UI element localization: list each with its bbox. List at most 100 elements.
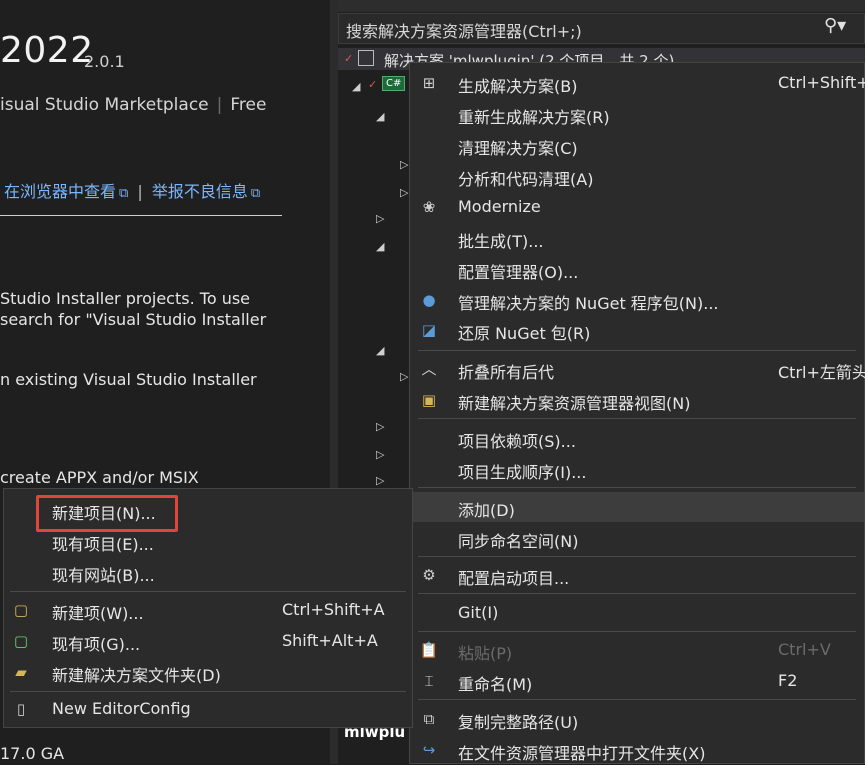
link-separator: |: [137, 182, 143, 201]
menu-item-label: 现有网站(B)...: [52, 566, 155, 585]
menu-item-batch-build[interactable]: 批生成(T)...: [410, 223, 864, 253]
solution-context-menu: ⊞ 生成解决方案(B) Ctrl+Shift+ 重新生成解决方案(R) 清理解决…: [409, 62, 865, 764]
menu-item-manage-nuget[interactable]: ● 管理解决方案的 NuGet 程序包(N)...: [410, 285, 864, 315]
modernize-icon: ❀: [422, 198, 436, 216]
menu-item-label: 配置管理器(O)...: [458, 263, 579, 282]
build-solution-icon: ⊞: [422, 74, 436, 92]
description-line: n existing Visual Studio Installer: [0, 370, 257, 389]
external-link-icon: ⧉: [250, 186, 261, 201]
gear-icon: ⚙: [422, 566, 436, 584]
menu-item-label: 新建解决方案资源管理器视图(N): [458, 394, 691, 413]
divider: [0, 215, 282, 216]
menu-item-open-in-file-explorer[interactable]: ↪ 在文件资源管理器中打开文件夹(X): [410, 735, 864, 765]
menu-item-project-build-order[interactable]: 项目生成顺序(I)...: [410, 454, 864, 484]
extension-meta: isual Studio Marketplace | Free: [0, 95, 266, 115]
menu-item-sync-namespaces[interactable]: 同步命名空间(N): [410, 523, 864, 553]
new-view-icon: ▣: [421, 391, 437, 409]
menu-item-paste[interactable]: 📋 粘贴(P) Ctrl+V: [410, 635, 864, 665]
file-icon: ▯: [16, 700, 26, 718]
extension-version: 2.0.1: [84, 52, 125, 71]
expand-icon[interactable]: ◢: [352, 80, 360, 93]
menu-item-existing-website[interactable]: 现有网站(B)...: [4, 557, 412, 587]
menu-item-label: 项目依赖项(S)...: [458, 432, 576, 451]
menu-item-shortcut: Ctrl+Shift+A: [282, 600, 385, 619]
rename-icon: ⌶: [424, 672, 434, 690]
menu-item-build-solution[interactable]: ⊞ 生成解决方案(B) Ctrl+Shift+: [410, 68, 865, 98]
menu-separator: [418, 593, 856, 594]
menu-item-set-startup-projects[interactable]: ⚙ 配置启动项目...: [410, 560, 864, 590]
expand-icon[interactable]: ◢: [376, 344, 384, 357]
highlight-box: [36, 495, 178, 532]
menu-item-label: 现有项(G)...: [52, 635, 141, 654]
menu-separator: [418, 418, 856, 419]
check-icon: ✓: [368, 78, 378, 91]
menu-item-label: 生成解决方案(B): [458, 77, 578, 96]
menu-item-shortcut: Ctrl+V: [778, 640, 831, 659]
solution-icon: [358, 50, 374, 66]
collapse-arrow-icon[interactable]: ▷: [400, 158, 408, 171]
search-icon[interactable]: ⚲▾: [824, 15, 846, 36]
restore-nuget-icon: ◪: [421, 321, 437, 339]
copy-icon: ⧉: [423, 710, 435, 728]
menu-item-copy-full-path[interactable]: ⧉ 复制完整路径(U): [410, 704, 864, 734]
extension-title: 2022: [0, 30, 94, 71]
menu-item-configuration-manager[interactable]: 配置管理器(O)...: [410, 254, 864, 284]
menu-item-label: New EditorConfig: [52, 699, 191, 718]
solution-explorer-toolbar: [338, 0, 865, 12]
menu-separator: [10, 591, 406, 592]
menu-item-new-explorer-view[interactable]: ▣ 新建解决方案资源管理器视图(N): [410, 385, 864, 415]
menu-item-analyze-code-cleanup[interactable]: 分析和代码清理(A): [410, 161, 864, 191]
menu-item-restore-nuget[interactable]: ◪ 还原 NuGet 包(R): [410, 315, 864, 345]
menu-item-new-item[interactable]: ▢ 新建项(W)... Ctrl+Shift+A: [4, 595, 412, 625]
collapse-arrow-icon[interactable]: ▷: [376, 474, 384, 487]
menu-item-shortcut: Ctrl+Shift+: [778, 73, 865, 92]
collapse-arrow-icon[interactable]: ▷: [376, 420, 384, 433]
check-icon: ✓: [344, 52, 354, 65]
add-existing-item-icon: ▢: [13, 632, 29, 650]
menu-item-new-solution-folder[interactable]: ▰ 新建解决方案文件夹(D): [4, 657, 412, 687]
menu-item-label: 同步命名空间(N): [458, 532, 579, 551]
menu-item-label: 批生成(T)...: [458, 232, 544, 251]
menu-item-label: 配置启动项目...: [458, 569, 570, 588]
menu-separator: [418, 487, 856, 488]
open-folder-icon: ↪: [422, 741, 436, 759]
new-item-icon: ▢: [13, 601, 29, 619]
menu-separator: [418, 699, 856, 700]
expand-icon[interactable]: ◢: [376, 240, 384, 253]
collapse-arrow-icon[interactable]: ▷: [376, 448, 384, 461]
menu-item-label: 粘贴(P): [458, 644, 513, 663]
description-line: create APPX and/or MSIX: [0, 468, 199, 487]
report-abuse-link[interactable]: 举报不良信息: [152, 182, 248, 201]
menu-item-label: 还原 NuGet 包(R): [458, 324, 591, 343]
expand-icon[interactable]: ◢: [376, 110, 384, 123]
view-in-browser-link[interactable]: 在浏览器中查看: [4, 182, 116, 201]
collapse-arrow-icon[interactable]: ▷: [400, 186, 408, 199]
publisher-label: isual Studio Marketplace: [0, 95, 209, 115]
menu-item-clean-solution[interactable]: 清理解决方案(C): [410, 130, 864, 160]
menu-item-shortcut: Ctrl+左箭头: [778, 363, 865, 382]
menu-item-shortcut: F2: [778, 671, 798, 690]
version-footer: 17.0 GA: [0, 744, 65, 763]
extension-links: 在浏览器中查看 ⧉ | 举报不良信息 ⧉: [4, 178, 260, 202]
menu-item-add[interactable]: 添加(D): [410, 492, 864, 522]
menu-item-label: 新建解决方案文件夹(D): [52, 666, 221, 685]
menu-item-modernize[interactable]: ❀ Modernize: [410, 192, 864, 222]
menu-item-new-editorconfig[interactable]: ▯ New EditorConfig: [4, 694, 412, 724]
menu-item-collapse-all[interactable]: ︿ 折叠所有后代 Ctrl+左箭头: [410, 354, 865, 384]
menu-item-shortcut: Shift+Alt+A: [282, 631, 378, 650]
menu-item-project-dependencies[interactable]: 项目依赖项(S)...: [410, 423, 864, 453]
collapse-icon: ︿: [421, 360, 437, 378]
menu-item-existing-item[interactable]: ▢ 现有项(G)... Shift+Alt+A: [4, 626, 412, 656]
description-line: search for "Visual Studio Installer: [0, 310, 267, 329]
menu-item-rebuild-solution[interactable]: 重新生成解决方案(R): [410, 99, 864, 129]
menu-item-label: 添加(D): [458, 501, 515, 520]
menu-item-label: Modernize: [458, 197, 541, 216]
menu-item-label: 在文件资源管理器中打开文件夹(X): [458, 744, 706, 763]
collapse-arrow-icon[interactable]: ▷: [400, 370, 408, 383]
menu-item-rename[interactable]: ⌶ 重命名(M) F2: [410, 666, 864, 696]
collapse-arrow-icon[interactable]: ▷: [376, 212, 384, 225]
search-input[interactable]: 搜索解决方案资源管理器(Ctrl+;): [346, 18, 582, 42]
menu-item-label: 重新生成解决方案(R): [458, 108, 610, 127]
menu-item-git[interactable]: Git(I): [410, 598, 864, 628]
menu-item-label: 复制完整路径(U): [458, 713, 579, 732]
